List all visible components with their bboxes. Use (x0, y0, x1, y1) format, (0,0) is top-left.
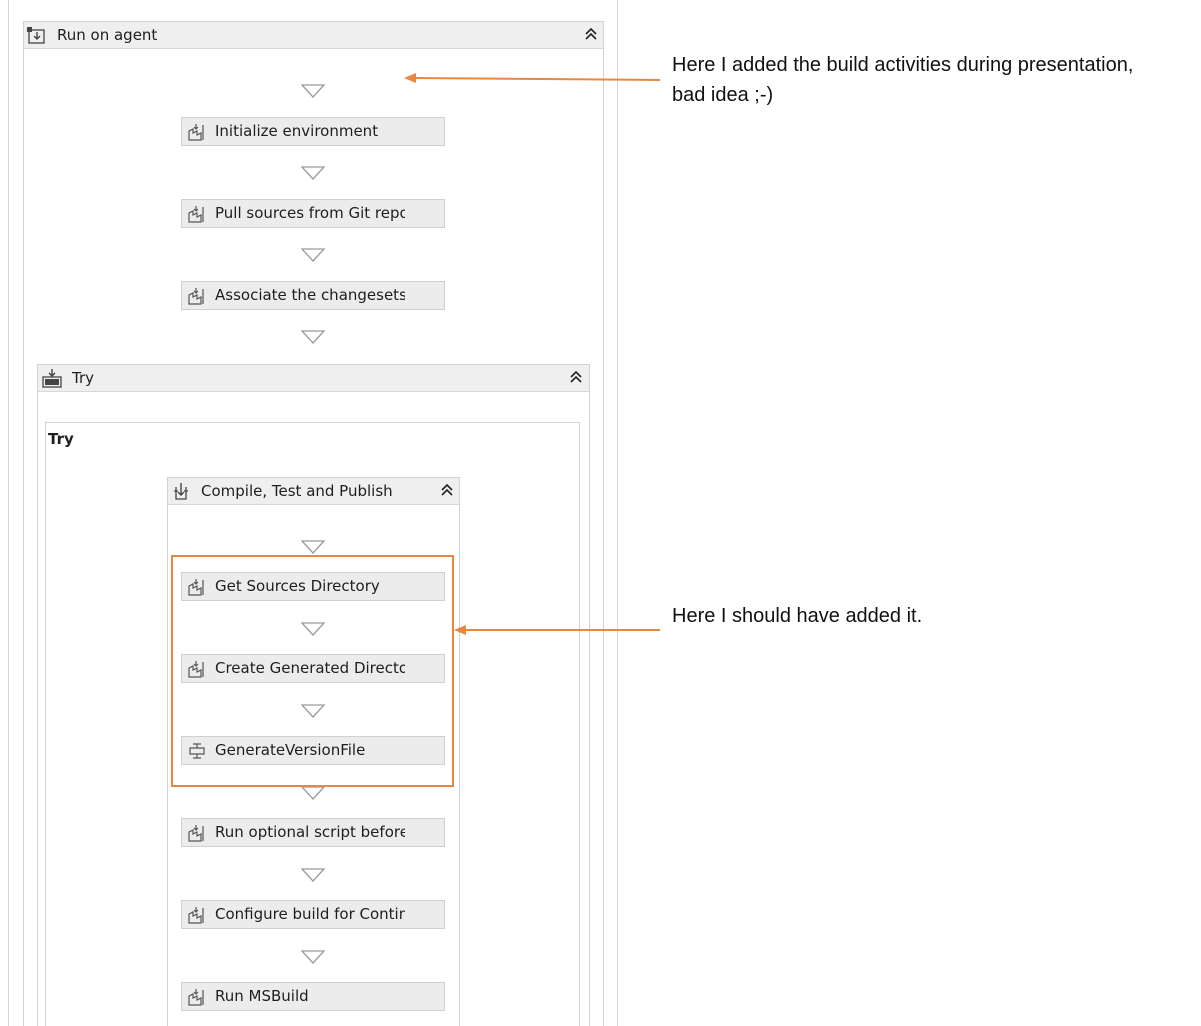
build-activity-icon (188, 989, 204, 1006)
activity-associate-changesets[interactable]: Associate the changesets th (181, 281, 445, 310)
annotation-arrow-2 (454, 625, 660, 635)
drop-target-triangle-icon[interactable] (301, 950, 325, 964)
activity-label: Run optional script before l (215, 823, 405, 841)
double-chevron-up-icon[interactable] (583, 26, 599, 42)
run-on-agent-header[interactable]: Run on agent (24, 22, 603, 49)
build-activity-icon (188, 825, 204, 842)
compile-header[interactable]: Compile, Test and Publish (168, 478, 459, 505)
annotation-note-2: Here I should have added it. (672, 605, 923, 627)
canvas-left-border (8, 0, 9, 1026)
build-activity-icon (188, 124, 204, 141)
activity-pull-sources[interactable]: Pull sources from Git repo (181, 199, 445, 228)
annotation-note-1-line1: Here I added the build activities during… (672, 54, 1134, 76)
activity-run-msbuild[interactable]: Run MSBuild (181, 982, 445, 1011)
try-header[interactable]: Try (38, 365, 589, 392)
run-on-agent-title: Run on agent (57, 26, 158, 44)
build-activity-icon (188, 206, 204, 223)
drop-target-triangle-icon[interactable] (301, 166, 325, 180)
try-section-label: Try (48, 430, 74, 448)
build-activity-icon (188, 288, 204, 305)
activity-label: Run MSBuild (215, 987, 309, 1005)
drop-target-triangle-icon[interactable] (301, 786, 325, 800)
activity-configure-build[interactable]: Configure build for Contin (181, 900, 445, 929)
build-activity-icon (188, 907, 204, 924)
activity-label: Configure build for Contin (215, 905, 405, 923)
annotation-note-1-line2: bad idea ;-) (672, 84, 774, 106)
activity-label: Associate the changesets th (215, 286, 405, 304)
activity-run-optional-script[interactable]: Run optional script before l (181, 818, 445, 847)
drop-target-triangle-icon[interactable] (301, 84, 325, 98)
sequence-icon (174, 483, 188, 500)
activity-label: Initialize environment (215, 122, 379, 140)
activity-label: Pull sources from Git repo (215, 204, 405, 222)
canvas-right-border (617, 0, 618, 1026)
double-chevron-up-icon[interactable] (568, 369, 584, 385)
activity-initialize-environment[interactable]: Initialize environment (181, 117, 445, 146)
drop-target-triangle-icon[interactable] (301, 248, 325, 262)
try-title: Try (72, 369, 95, 387)
drop-target-triangle-icon[interactable] (301, 330, 325, 344)
drop-target-triangle-icon[interactable] (301, 868, 325, 882)
try-catch-icon (42, 369, 62, 388)
compile-title: Compile, Test and Publish (201, 482, 393, 500)
highlight-box (171, 555, 454, 787)
drop-target-triangle-icon[interactable] (301, 540, 325, 554)
annotation-note-1: Here I added the build activities during… (672, 50, 1197, 110)
agent-icon (27, 27, 45, 44)
annotation-arrow-1 (404, 73, 661, 83)
double-chevron-up-icon[interactable] (439, 482, 455, 498)
